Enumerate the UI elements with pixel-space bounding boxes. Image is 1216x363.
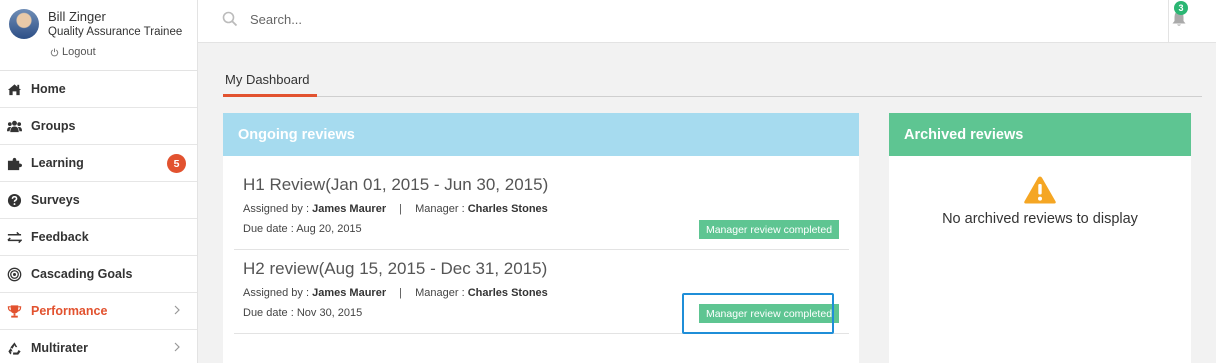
- search-icon: [222, 11, 238, 27]
- power-icon: [50, 48, 59, 56]
- sidebar-item-label: Cascading Goals: [31, 267, 133, 281]
- assigned-by-label: Assigned by :: [243, 287, 310, 299]
- sidebar-item-performance[interactable]: Performance: [0, 293, 197, 330]
- manager-value: Charles Stones: [467, 203, 548, 215]
- assigned-by-value: James Maurer: [312, 203, 387, 215]
- manager-label: Manager :: [415, 287, 465, 299]
- review-meta: Assigned by : James Maurer | Manager : C…: [243, 203, 548, 215]
- due-date-value: Aug 20, 2015: [296, 223, 362, 235]
- status-badge[interactable]: Manager review completed: [699, 304, 839, 323]
- exchange-icon: [6, 229, 22, 245]
- logout-link[interactable]: Logout: [50, 46, 96, 58]
- sidebar-item-cascading-goals[interactable]: Cascading Goals: [0, 256, 197, 293]
- users-icon: [6, 118, 22, 134]
- avatar[interactable]: [9, 9, 39, 39]
- chevron-right-icon: [174, 305, 180, 315]
- top-bar: 3: [198, 0, 1216, 43]
- learning-count-badge: 5: [167, 154, 186, 173]
- sidebar-item-home[interactable]: Home: [0, 71, 197, 108]
- sidebar-item-label: Learning: [31, 156, 84, 170]
- sidebar-item-feedback[interactable]: Feedback: [0, 219, 197, 256]
- review-item[interactable]: H2 review(Aug 15, 2015 - Dec 31, 2015) A…: [234, 250, 849, 334]
- sidebar: Bill Zinger Quality Assurance Trainee Lo…: [0, 0, 198, 363]
- review-meta: Assigned by : James Maurer | Manager : C…: [243, 287, 548, 299]
- manager-label: Manager :: [415, 203, 465, 215]
- sidebar-item-surveys[interactable]: Surveys: [0, 182, 197, 219]
- recycle-icon: [6, 340, 22, 356]
- sidebar-item-learning[interactable]: Learning 5: [0, 145, 197, 182]
- home-icon: [6, 81, 22, 97]
- divider: [1168, 0, 1169, 43]
- due-date-value: Nov 30, 2015: [296, 307, 363, 319]
- question-icon: [6, 192, 22, 208]
- ongoing-reviews-panel: Ongoing reviews H1 Review(Jan 01, 2015 -…: [223, 113, 859, 363]
- target-icon: [6, 266, 22, 282]
- user-name: Bill Zinger: [48, 9, 106, 24]
- search-input[interactable]: [250, 8, 850, 30]
- assigned-by-value: James Maurer: [312, 287, 387, 299]
- logout-label: Logout: [62, 46, 96, 58]
- review-title[interactable]: H2 review(Aug 15, 2015 - Dec 31, 2015): [243, 259, 547, 279]
- dashboard-tabs: My Dashboard: [223, 68, 1202, 97]
- user-role: Quality Assurance Trainee: [48, 26, 183, 38]
- tab-my-dashboard[interactable]: My Dashboard: [223, 68, 317, 97]
- status-badge[interactable]: Manager review completed: [699, 220, 839, 239]
- review-title[interactable]: H1 Review(Jan 01, 2015 - Jun 30, 2015): [243, 175, 548, 195]
- review-due-date: Due date : Aug 20, 2015: [243, 223, 362, 235]
- empty-state-message: No archived reviews to display: [942, 211, 1138, 227]
- warning-icon: [1024, 176, 1056, 204]
- chevron-right-icon: [174, 342, 180, 352]
- sidebar-item-groups[interactable]: Groups: [0, 108, 197, 145]
- meta-separator: |: [399, 287, 403, 299]
- sidebar-item-label: Feedback: [31, 230, 89, 244]
- ongoing-reviews-title: Ongoing reviews: [223, 113, 859, 156]
- sidebar-item-label: Multirater: [31, 341, 88, 355]
- manager-value: Charles Stones: [467, 287, 548, 299]
- due-date-label: Due date :: [243, 223, 294, 235]
- archived-reviews-title: Archived reviews: [889, 113, 1191, 156]
- assigned-by-label: Assigned by :: [243, 203, 310, 215]
- sidebar-item-label: Home: [31, 82, 66, 96]
- archived-reviews-panel: Archived reviews No archived reviews to …: [889, 113, 1191, 363]
- sidebar-item-label: Surveys: [31, 193, 80, 207]
- review-item[interactable]: H1 Review(Jan 01, 2015 - Jun 30, 2015) A…: [234, 166, 849, 250]
- sidebar-item-multirater[interactable]: Multirater: [0, 330, 197, 363]
- sidebar-item-label: Performance: [31, 304, 108, 318]
- sidebar-item-label: Groups: [31, 119, 76, 133]
- due-date-label: Due date :: [243, 307, 294, 319]
- user-profile: Bill Zinger Quality Assurance Trainee Lo…: [0, 0, 197, 71]
- trophy-icon: [6, 303, 22, 319]
- meta-separator: |: [399, 203, 403, 215]
- puzzle-icon: [6, 155, 22, 171]
- review-due-date: Due date : Nov 30, 2015: [243, 307, 362, 319]
- notification-count-badge: 3: [1174, 1, 1188, 15]
